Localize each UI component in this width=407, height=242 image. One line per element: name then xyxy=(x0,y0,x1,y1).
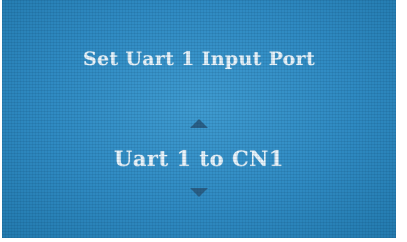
selected-option-value[interactable]: Uart 1 to CN1 xyxy=(2,146,396,171)
lcd-screen: Set Uart 1 Input Port Uart 1 to CN1 xyxy=(2,0,396,238)
arrow-down-icon[interactable] xyxy=(190,188,208,197)
arrow-up-icon[interactable] xyxy=(190,119,208,128)
menu-title: Set Uart 1 Input Port xyxy=(82,48,316,70)
